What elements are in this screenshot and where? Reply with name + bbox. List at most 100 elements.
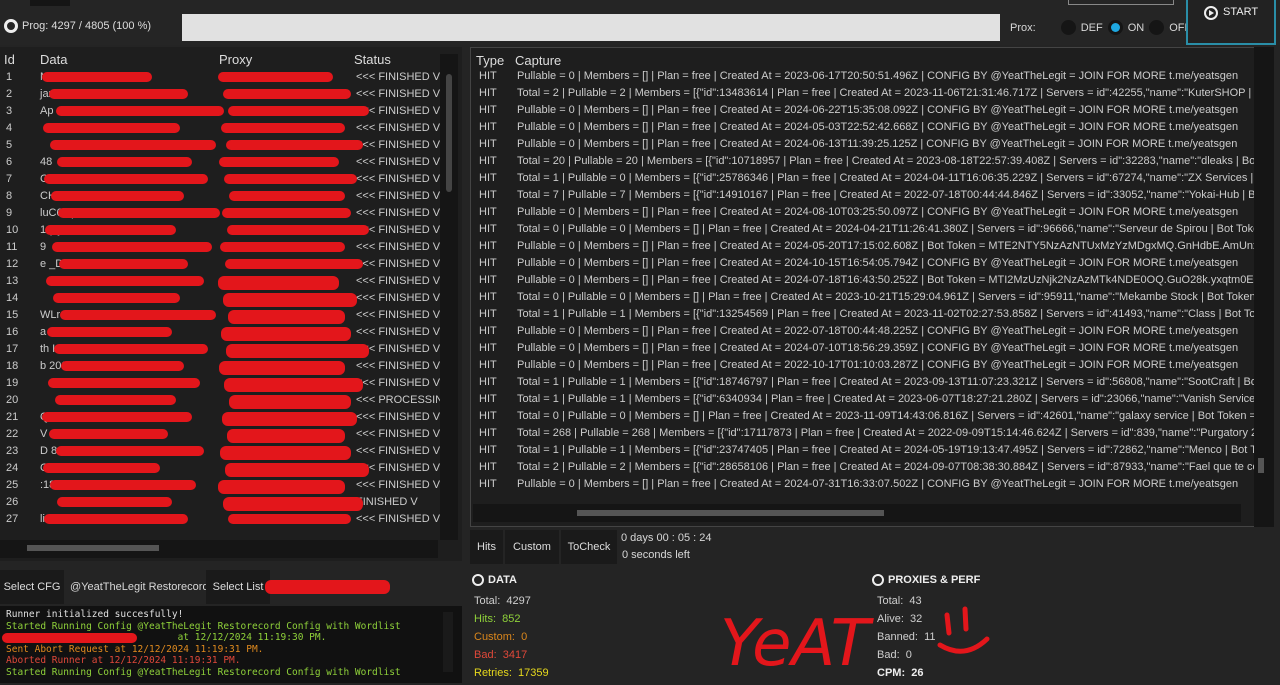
row-status: <<< FINISHED V: [356, 445, 441, 457]
redaction: [220, 242, 345, 252]
row-id: 20: [6, 394, 19, 406]
list-row[interactable]: 23 D 8 <<< FINISHED V: [0, 443, 440, 460]
list-row[interactable]: 12 e _DAi <<< FINISHED V: [0, 256, 440, 273]
row-status: <<< FINISHED V: [356, 428, 441, 440]
list-row[interactable]: 15 WLr <<< FINISHED V: [0, 307, 440, 324]
redaction: [221, 327, 351, 341]
redaction: [44, 174, 208, 184]
capture-hscroll-thumb[interactable]: [577, 510, 884, 516]
redaction: [49, 429, 168, 439]
list-row[interactable]: 7 C VWBWLr <<< FINISHED V: [0, 171, 440, 188]
list-hscroll-thumb[interactable]: [27, 545, 159, 551]
col-capture[interactable]: Capture: [515, 53, 561, 68]
row-status: <<< FINISHED V: [356, 360, 441, 372]
slider-ticks[interactable]: [1068, 0, 1174, 5]
col-data[interactable]: Data: [40, 52, 67, 67]
row-id: 5: [6, 139, 13, 151]
log-line: Started Running Config @YeatTheLegit Res…: [6, 666, 401, 678]
data-stat: Total: 4297: [474, 595, 531, 607]
row-id: 11: [6, 241, 18, 253]
list-row[interactable]: 25 :180 <<< FINISHED V: [0, 477, 440, 494]
capture-text: Total = 7 | Pullable = 7 | Members = [{"…: [517, 189, 1262, 201]
col-status[interactable]: Status: [354, 52, 391, 67]
capture-type: HIT: [479, 325, 497, 337]
list-scroll-thumb[interactable]: [446, 74, 452, 192]
redaction: [218, 480, 345, 494]
redaction: [58, 208, 220, 218]
top-tab[interactable]: [30, 0, 70, 6]
progress-ring-icon: [4, 19, 18, 33]
capture-text: Total = 0 | Pullable = 0 | Members = [] …: [517, 410, 1262, 422]
row-id: 22: [6, 428, 19, 440]
col-proxy[interactable]: Proxy: [219, 52, 252, 67]
stat-label: Hits:: [474, 613, 496, 625]
data-section-title: DATA: [472, 574, 517, 586]
start-button[interactable]: START: [1186, 0, 1276, 45]
list-row[interactable]: 27 li201 <<< FINISHED V: [0, 511, 440, 528]
list-row[interactable]: 21 Q <<< FINISHED V: [0, 409, 440, 426]
stat-label: Bad:: [474, 649, 497, 661]
redaction: [220, 446, 351, 460]
list-row[interactable]: 9 luC6i#pW3 <<< FINISHED V: [0, 205, 440, 222]
list-row[interactable]: 17 th KP69 <<< FINISHED V: [0, 341, 440, 358]
row-status: <<< FINISHED V: [356, 207, 441, 219]
list-row[interactable]: 4 <<< FINISHED V: [0, 120, 440, 137]
col-type[interactable]: Type: [476, 53, 504, 68]
wordlist-table: Id Data Proxy Status 1 M <<< FINISHED V …: [0, 47, 462, 561]
redaction: [60, 310, 216, 320]
elapsed-time: 0 days 00 : 05 : 24: [621, 532, 712, 544]
capture-vertical-scrollbar[interactable]: [1254, 47, 1274, 527]
capture-type: HIT: [479, 121, 497, 133]
redaction: [42, 412, 192, 422]
capture-text: Pullable = 0 | Members = [] | Plan = fre…: [517, 478, 1239, 490]
list-row[interactable]: 5 <<< FINISHED V: [0, 137, 440, 154]
radio-on[interactable]: [1107, 20, 1123, 35]
redaction: [44, 514, 188, 524]
stat-value: 17359: [518, 667, 549, 679]
row-id: 12: [6, 258, 19, 270]
redaction: [265, 580, 390, 594]
list-row[interactable]: 3 Ap <<< FINISHED V: [0, 103, 440, 120]
list-row[interactable]: 1 M <<< FINISHED V: [0, 69, 440, 86]
list-row[interactable]: 10 1qQ!! <<< FINISHED V: [0, 222, 440, 239]
stat-value: 4297: [506, 595, 531, 607]
list-row[interactable]: 14 <<< FINISHED V: [0, 290, 440, 307]
redaction: [228, 106, 369, 116]
list-row[interactable]: 26 FINISHED V: [0, 494, 440, 511]
capture-text: Pullable = 0 | Members = [] | Plan = fre…: [517, 325, 1239, 337]
list-row[interactable]: 8 CHmT <<< FINISHED V: [0, 188, 440, 205]
row-id: 16: [6, 326, 19, 338]
radio-off[interactable]: [1149, 20, 1165, 35]
list-row[interactable]: 24 C 12 <<< FINISHED V: [0, 460, 440, 477]
col-id[interactable]: Id: [4, 52, 15, 67]
list-row[interactable]: 19 <<< FINISHED V: [0, 375, 440, 392]
row-status: <<< FINISHED V: [356, 122, 441, 134]
tab-custom[interactable]: Custom: [505, 530, 559, 564]
list-row[interactable]: 22 V <<< FINISHED V: [0, 426, 440, 443]
capture-text: Pullable = 0 | Members = [] | Plan = fre…: [517, 104, 1239, 116]
row-id: 27: [6, 513, 19, 525]
select-list-button[interactable]: Select List: [206, 570, 270, 604]
list-row[interactable]: 6 48 <<< FINISHED V: [0, 154, 440, 171]
data-stat: Custom: 0: [474, 631, 527, 643]
capture-type: HIT: [479, 359, 497, 371]
row-id: 7: [6, 173, 13, 185]
list-row[interactable]: 16 a <<< FINISHED V: [0, 324, 440, 341]
row-status: <<< FINISHED V: [356, 275, 441, 287]
start-label: START: [1223, 6, 1259, 18]
list-row[interactable]: 11 9 <<< FINISHED V: [0, 239, 440, 256]
radio-def[interactable]: [1060, 20, 1076, 35]
list-row[interactable]: 13 <<< FINISHED V: [0, 273, 440, 290]
stat-value: 852: [502, 613, 521, 625]
list-row[interactable]: 20 <<< PROCESSIN: [0, 392, 443, 409]
tab-hits[interactable]: Hits: [470, 530, 503, 564]
play-icon: [1204, 6, 1218, 20]
redaction: [218, 72, 333, 82]
log-scrollbar[interactable]: [443, 612, 453, 672]
list-row[interactable]: 18 b 2003! <<< FINISHED V: [0, 358, 440, 375]
select-cfg-button[interactable]: Select CFG: [0, 570, 64, 604]
tab-tocheck[interactable]: ToCheck: [561, 530, 617, 564]
row-id: 19: [6, 377, 19, 389]
capture-scroll-thumb[interactable]: [1258, 458, 1264, 473]
list-row[interactable]: 2 jam 11? <<< FINISHED V: [0, 86, 440, 103]
